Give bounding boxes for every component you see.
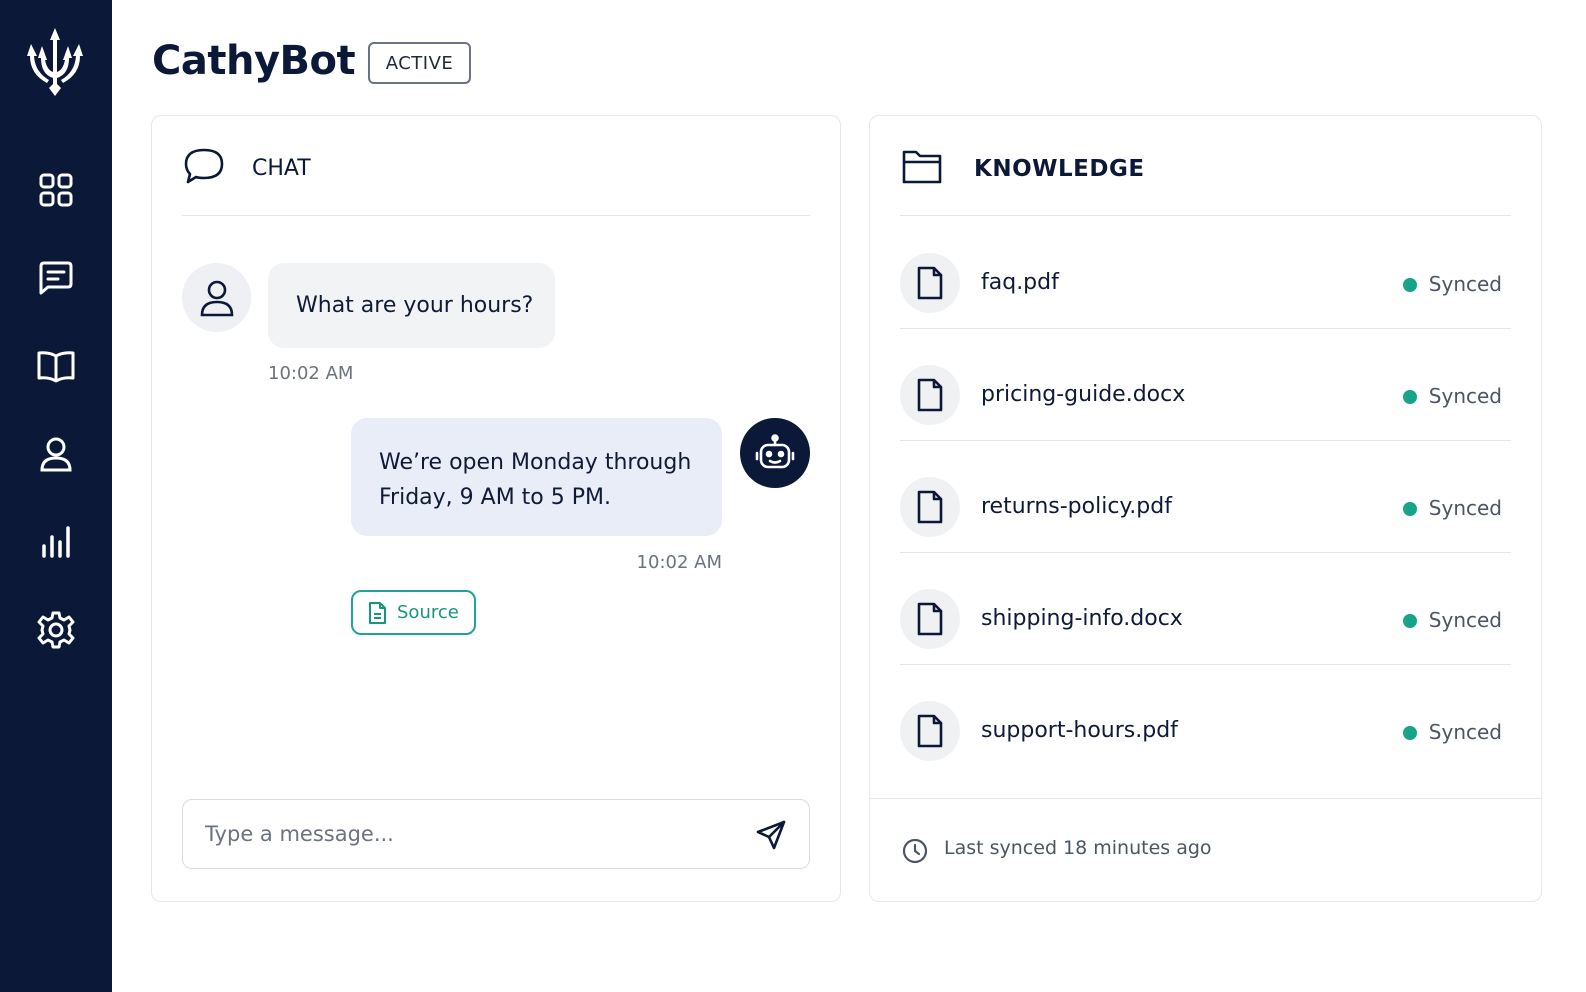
bar-chart-icon: [42, 526, 70, 558]
file-icon-wrap: [900, 477, 960, 537]
user-icon: [40, 437, 72, 472]
sync-status-dot: [1403, 502, 1417, 516]
chat-header: CHAT: [182, 144, 810, 216]
book-open-icon: [37, 351, 75, 383]
knowledge-header: KNOWLEDGE: [900, 144, 1511, 216]
sync-status-dot: [1403, 390, 1417, 404]
file-row[interactable]: returns-policy.pdf Synced: [900, 441, 1511, 553]
sync-status: Synced: [1428, 720, 1502, 744]
gear-icon: [37, 611, 75, 649]
chat-panel: CHAT What are your hours? 10:02 AM We’re…: [151, 115, 841, 902]
file-icon: [917, 266, 943, 300]
grid-icon: [39, 173, 73, 207]
message-square-icon: [39, 261, 73, 295]
file-name: support-hours.pdf: [981, 718, 1178, 743]
file-icon: [917, 378, 943, 412]
file-icon-wrap: [900, 701, 960, 761]
chat-bubble-icon: [184, 148, 224, 184]
sync-status: Synced: [1428, 608, 1502, 632]
trident-logo[interactable]: [27, 28, 83, 96]
chat-title: CHAT: [252, 156, 311, 181]
user-message-text: What are your hours?: [296, 293, 534, 318]
source-button[interactable]: Source: [351, 590, 476, 635]
status-badge: ACTIVE: [368, 42, 471, 84]
sync-status-dot: [1403, 726, 1417, 740]
user-message-time: 10:02 AM: [268, 363, 354, 384]
bot-message-line: Friday, 9 AM to 5 PM.: [379, 485, 611, 510]
last-synced-text: Last synced 18 minutes ago: [944, 837, 1212, 859]
file-row[interactable]: pricing-guide.docx Synced: [900, 329, 1511, 441]
file-name: returns-policy.pdf: [981, 494, 1172, 519]
file-name: shipping-info.docx: [981, 606, 1183, 631]
user-message-bubble: What are your hours?: [268, 263, 555, 348]
file-icon-wrap: [900, 253, 960, 313]
nav-knowledge[interactable]: [32, 342, 80, 390]
robot-icon: [755, 434, 795, 469]
file-icon-wrap: [900, 365, 960, 425]
sync-status-dot: [1403, 614, 1417, 628]
file-icon: [917, 490, 943, 524]
file-list: faq.pdf Synced pricing-guide.docx Synced…: [900, 217, 1511, 777]
knowledge-footer: Last synced 18 minutes ago: [870, 798, 1541, 901]
file-icon: [917, 714, 943, 748]
sync-status-dot: [1403, 278, 1417, 292]
file-name: faq.pdf: [981, 270, 1059, 295]
nav-settings[interactable]: [32, 606, 80, 654]
bot-message-line: We’re open Monday through: [379, 450, 692, 475]
nav-messages[interactable]: [32, 254, 80, 302]
bot-message-bubble: We’re open Monday through Friday, 9 AM t…: [351, 418, 722, 536]
nav-users[interactable]: [32, 430, 80, 478]
message-box: [182, 799, 810, 869]
file-row[interactable]: shipping-info.docx Synced: [900, 553, 1511, 665]
bot-avatar: [740, 418, 810, 488]
nav-dashboard[interactable]: [32, 166, 80, 214]
file-row[interactable]: support-hours.pdf Synced: [900, 665, 1511, 777]
document-icon: [369, 601, 386, 624]
folder-icon: [902, 150, 942, 184]
knowledge-panel: KNOWLEDGE faq.pdf Synced pricing-guide.d…: [869, 115, 1542, 902]
sync-status: Synced: [1428, 496, 1502, 520]
sidebar: [0, 0, 112, 992]
file-row[interactable]: faq.pdf Synced: [900, 217, 1511, 329]
user-icon: [200, 280, 233, 316]
message-input[interactable]: [205, 822, 725, 846]
sync-status: Synced: [1428, 384, 1502, 408]
file-name: pricing-guide.docx: [981, 382, 1186, 407]
bot-message-time: 10:02 AM: [636, 552, 722, 573]
nav-analytics[interactable]: [32, 518, 80, 566]
clock-icon: [902, 838, 928, 864]
knowledge-title: KNOWLEDGE: [974, 156, 1145, 182]
file-icon-wrap: [900, 589, 960, 649]
source-label: Source: [397, 602, 459, 623]
send-icon[interactable]: [755, 819, 787, 851]
sync-status: Synced: [1428, 272, 1502, 296]
user-avatar: [182, 263, 251, 332]
page-title: CathyBot: [152, 38, 356, 84]
file-icon: [917, 602, 943, 636]
